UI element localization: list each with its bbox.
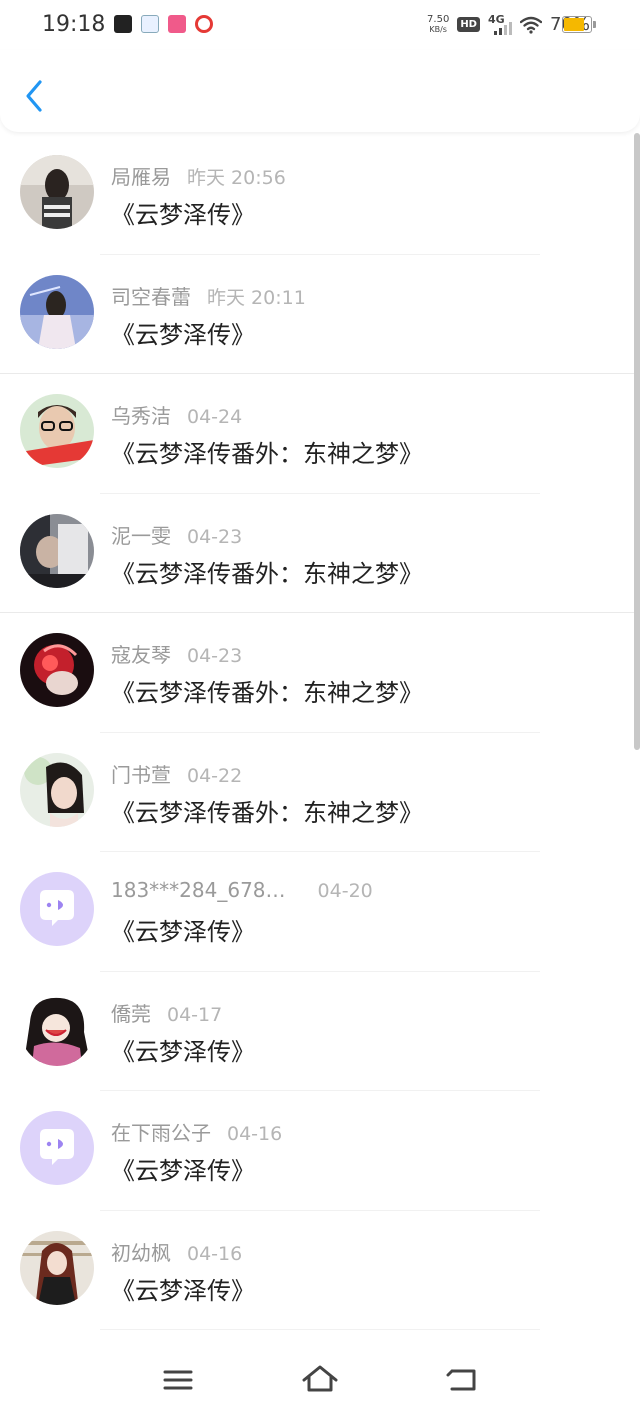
- user-name[interactable]: 初幼枫: [111, 1241, 171, 1265]
- avatar[interactable]: [20, 752, 94, 827]
- chevron-left-icon: [26, 80, 42, 112]
- comment-time: 04-16: [227, 1123, 283, 1145]
- comment-list: 局雁易 昨天 20:56 《云梦泽传》 司空春蕾 昨天 20:11 《云梦泽传》 乌…: [0, 135, 640, 1330]
- list-item[interactable]: 局雁易 昨天 20:56 《云梦泽传》: [0, 135, 640, 255]
- notification-app-icon: [114, 15, 132, 33]
- book-title[interactable]: 《云梦泽传》: [111, 195, 255, 230]
- avatar[interactable]: [20, 872, 94, 946]
- home-button[interactable]: [300, 1362, 340, 1398]
- comment-time: 04-16: [187, 1242, 243, 1265]
- book-title[interactable]: 《云梦泽传番外：东神之梦》: [111, 793, 423, 828]
- notification-app-icon: [141, 15, 159, 33]
- avatar[interactable]: [20, 274, 94, 349]
- item-meta: 门书萱 04-22: [111, 759, 242, 788]
- avatar[interactable]: [20, 1111, 94, 1185]
- list-item[interactable]: 初幼枫 04-16 《云梦泽传》: [0, 1211, 640, 1330]
- book-title[interactable]: 《云梦泽传番外：东神之梦》: [111, 434, 423, 469]
- chat-bubble-icon: [20, 872, 94, 946]
- home-icon: [302, 1365, 338, 1392]
- status-time: 19:18: [42, 12, 106, 37]
- hd-badge: HD: [457, 17, 480, 32]
- book-title[interactable]: 《云梦泽传》: [111, 912, 255, 947]
- item-meta: 僑莞 04-17: [111, 998, 222, 1027]
- wifi-icon: [519, 16, 542, 34]
- comment-time: 昨天 20:56: [187, 167, 286, 189]
- book-title[interactable]: 《云梦泽传》: [111, 1032, 255, 1067]
- list-item[interactable]: 僑莞 04-17 《云梦泽传》: [0, 972, 640, 1091]
- user-name[interactable]: 寇友琴: [111, 643, 171, 667]
- back-nav-button[interactable]: [442, 1362, 482, 1398]
- book-title[interactable]: 《云梦泽传》: [111, 1151, 255, 1186]
- comment-time: 昨天 20:11: [207, 286, 306, 309]
- return-icon: [446, 1369, 476, 1391]
- network-speed-unit: KB/s: [429, 24, 447, 34]
- avatar[interactable]: [20, 991, 94, 1066]
- list-item[interactable]: 司空春蕾 昨天 20:11 《云梦泽传》: [0, 255, 640, 374]
- user-name[interactable]: 183***284_678…: [111, 878, 286, 902]
- network-speed-value: 7.50: [427, 13, 450, 25]
- list-item[interactable]: 门书萱 04-22 《云梦泽传番外：东神之梦》: [0, 733, 640, 852]
- avatar[interactable]: [20, 1230, 94, 1305]
- scrollbar[interactable]: [634, 133, 640, 750]
- item-meta: 183***284_678… 04-20: [111, 878, 373, 902]
- comment-time: 04-20: [317, 880, 373, 902]
- comment-time: 04-23: [187, 645, 243, 667]
- avatar[interactable]: [20, 155, 94, 229]
- book-title[interactable]: 《云梦泽传番外：东神之梦》: [111, 554, 423, 589]
- cellular-signal-icon: 4G: [488, 13, 512, 35]
- book-title[interactable]: 《云梦泽传》: [111, 1271, 255, 1306]
- list-item[interactable]: 183***284_678… 04-20 《云梦泽传》: [0, 852, 640, 972]
- list-item[interactable]: 乌秀洁 04-24 《云梦泽传番外：东神之梦》: [0, 374, 640, 494]
- divider: [100, 1329, 540, 1330]
- item-meta: 乌秀洁 04-24: [111, 400, 242, 429]
- comment-time: 04-22: [187, 764, 243, 787]
- user-name[interactable]: 乌秀洁: [111, 404, 171, 428]
- menu-button[interactable]: [158, 1362, 198, 1398]
- list-item[interactable]: 寇友琴 04-23 《云梦泽传番外：东神之梦》: [0, 613, 640, 733]
- book-title[interactable]: 《云梦泽传番外：东神之梦》: [111, 673, 423, 708]
- item-meta: 泥一雯 04-23: [111, 520, 242, 549]
- user-name[interactable]: 僑莞: [111, 1002, 151, 1026]
- comment-time: 04-24: [187, 406, 243, 428]
- item-meta: 寇友琴 04-23: [111, 639, 242, 668]
- header: [0, 50, 640, 132]
- avatar[interactable]: [20, 394, 94, 468]
- comment-time: 04-23: [187, 525, 243, 548]
- avatar[interactable]: [20, 513, 94, 588]
- comment-time: 04-17: [167, 1003, 223, 1026]
- notification-icons: [114, 15, 213, 33]
- user-name[interactable]: 泥一雯: [111, 524, 171, 548]
- status-bar: 19:18 7.50 KB/s HD 4G 70%: [0, 0, 640, 50]
- list-item[interactable]: 泥一雯 04-23 《云梦泽传番外：东神之梦》: [0, 494, 640, 613]
- notification-app-icon: [168, 15, 186, 33]
- menu-icon: [163, 1370, 193, 1390]
- list-item[interactable]: 在下雨公子 04-16 《云梦泽传》: [0, 1091, 640, 1211]
- user-name[interactable]: 司空春蕾: [111, 285, 191, 309]
- chat-bubble-icon: [20, 1111, 94, 1185]
- item-meta: 局雁易 昨天 20:56: [111, 161, 286, 190]
- item-meta: 初幼枫 04-16: [111, 1237, 242, 1266]
- user-name[interactable]: 局雁易: [111, 165, 171, 189]
- book-title[interactable]: 《云梦泽传》: [111, 315, 255, 350]
- system-nav-bar: [0, 1342, 640, 1422]
- battery-icon: [562, 16, 596, 33]
- network-speed: 7.50 KB/s: [427, 13, 450, 35]
- avatar[interactable]: [20, 633, 94, 707]
- notification-location-icon: [195, 15, 213, 33]
- back-button[interactable]: [20, 76, 50, 116]
- item-meta: 在下雨公子 04-16: [111, 1117, 282, 1146]
- item-meta: 司空春蕾 昨天 20:11: [111, 281, 306, 310]
- user-name[interactable]: 在下雨公子: [111, 1121, 211, 1145]
- user-name[interactable]: 门书萱: [111, 763, 171, 787]
